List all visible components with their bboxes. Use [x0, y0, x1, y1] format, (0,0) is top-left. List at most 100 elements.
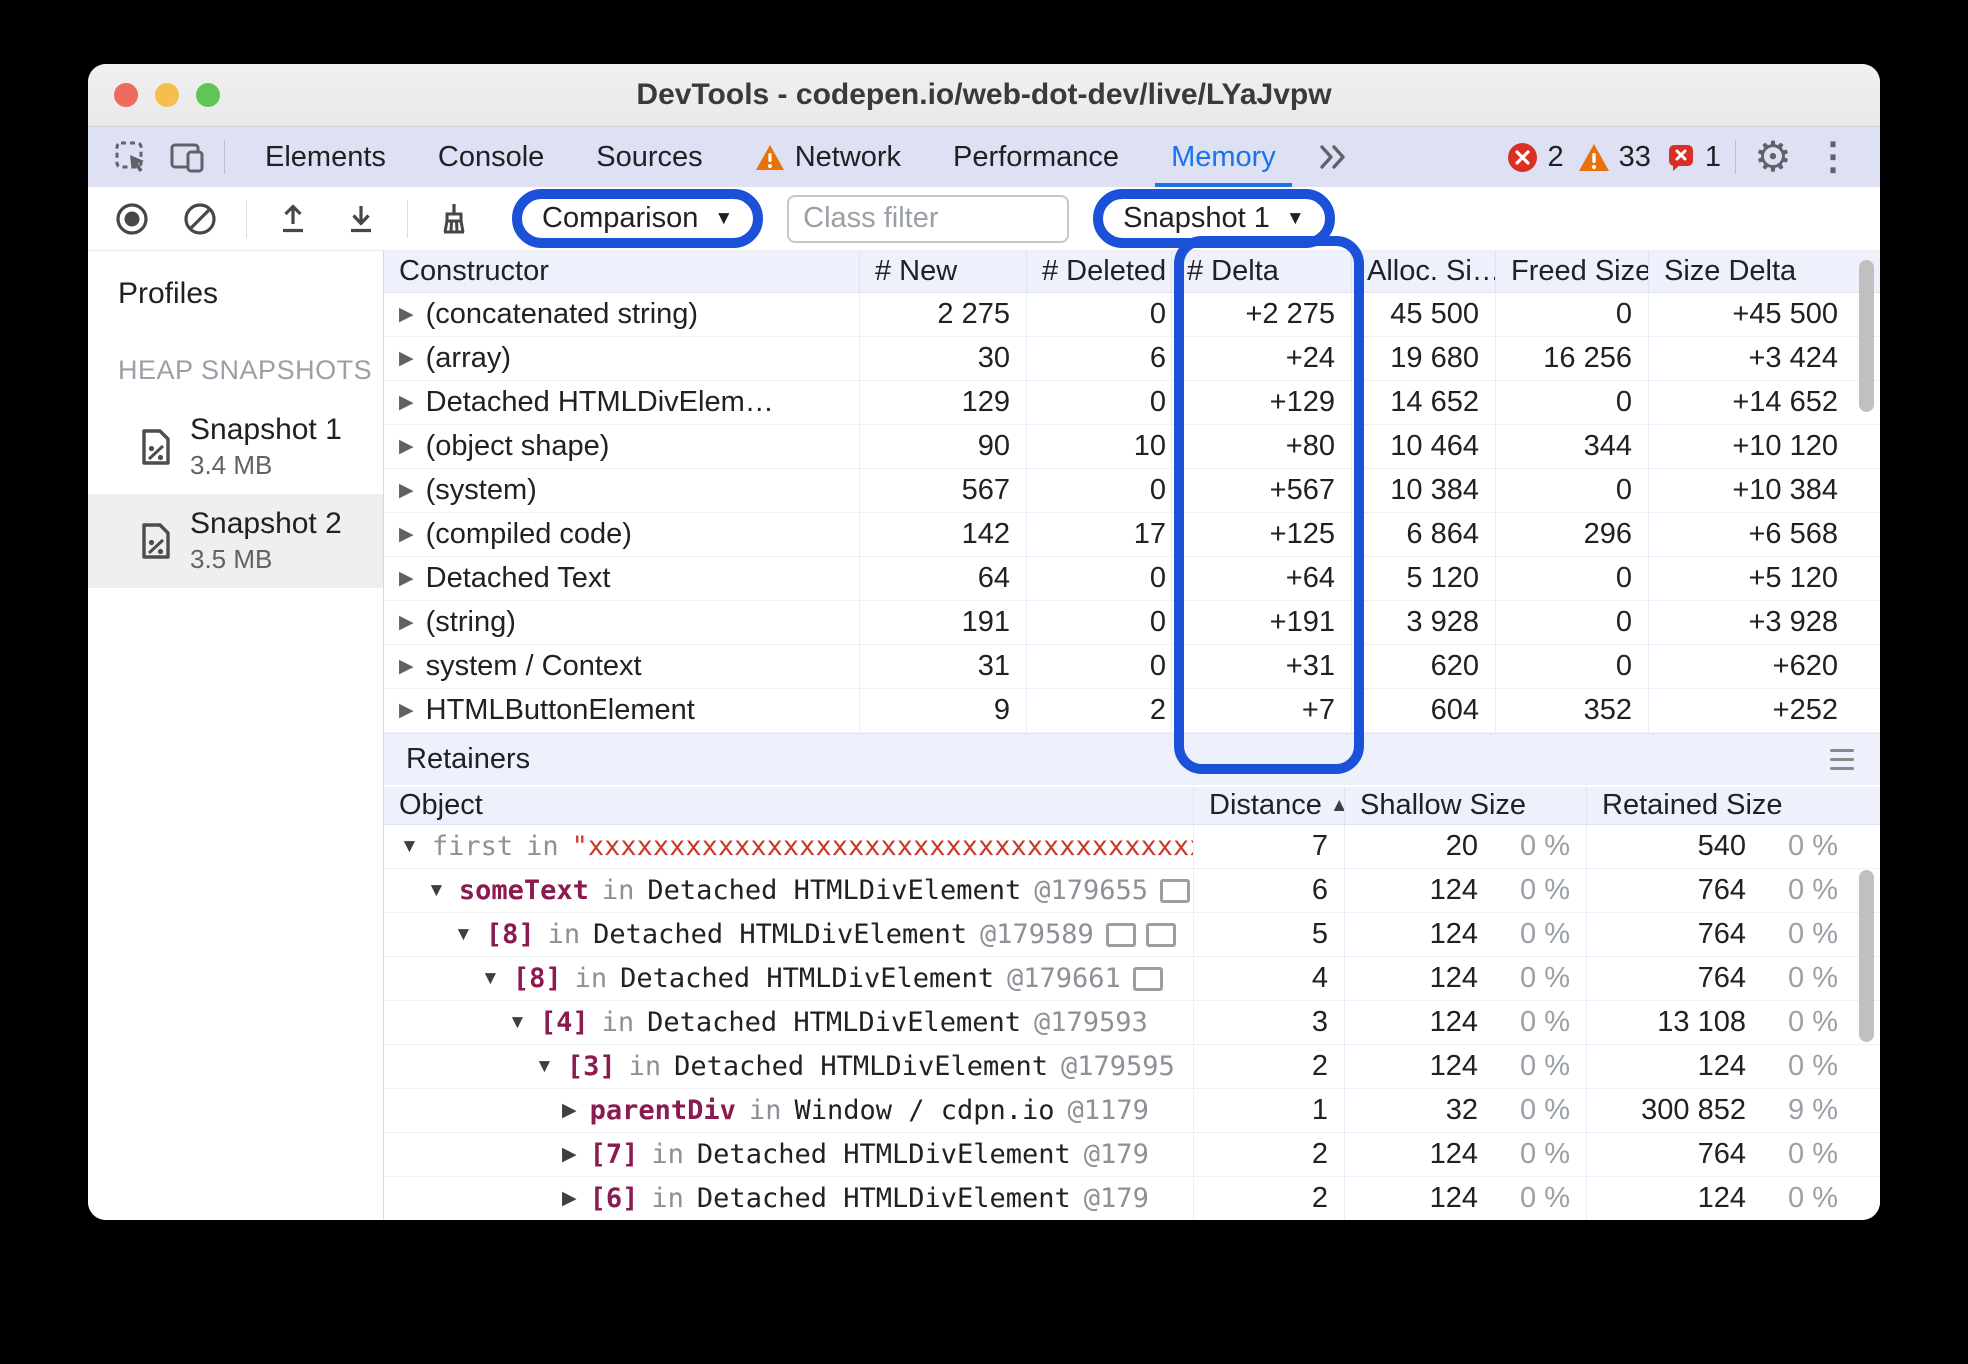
minimize-button[interactable] — [155, 83, 179, 107]
sidebar-item-snapshot-2[interactable]: Snapshot 2 3.5 MB — [88, 494, 383, 588]
tab-elements[interactable]: Elements — [239, 127, 412, 187]
comparison-scrollbar-thumb[interactable] — [1859, 260, 1874, 412]
tab-label: Memory — [1171, 140, 1276, 173]
expand-icon[interactable]: ▶ — [399, 611, 414, 634]
kebab-menu-icon[interactable]: ⋮ — [1810, 134, 1856, 180]
table-row[interactable]: ▶ Detached HTMLDivElem… 129 0 +129 14 652 0 +1… — [384, 380, 1880, 425]
expand-icon[interactable]: ▶ — [399, 567, 414, 590]
retainer-row[interactable]: ▼ [4] in Detached HTMLDivElement @179593… — [384, 1001, 1880, 1045]
expand-icon[interactable]: ▶ — [399, 303, 414, 326]
column-header-size-delta[interactable]: Size Delta — [1649, 251, 1854, 292]
profiles-label: Profiles — [118, 277, 219, 310]
column-header-deleted[interactable]: # Deleted — [1027, 251, 1172, 292]
column-header-delta[interactable]: # Delta — [1172, 251, 1352, 292]
collapse-icon[interactable]: ▼ — [508, 1012, 527, 1034]
tab-network[interactable]: Network — [729, 127, 927, 187]
table-row[interactable]: ▶ (concatenated string) 2 275 0 +2 275 45 50… — [384, 292, 1880, 337]
reveal-in-elements-icon[interactable] — [1105, 922, 1136, 947]
column-header-alloc-size[interactable]: Alloc. Si…▼ — [1352, 251, 1496, 292]
reveal-icon[interactable] — [1145, 922, 1176, 947]
tab-sources[interactable]: Sources — [570, 127, 728, 187]
expand-icon[interactable]: ▶ — [399, 391, 414, 414]
reveal-in-elements-icon[interactable] — [1160, 878, 1191, 903]
percent-value: 0 % — [1520, 962, 1570, 994]
tab-console[interactable]: Console — [412, 127, 570, 187]
table-row[interactable]: ▶ (object shape) 90 10 +80 10 464 344 +10 120 — [384, 424, 1880, 469]
tab-memory[interactable]: Memory — [1145, 127, 1302, 187]
toolbar-divider — [246, 199, 247, 238]
settings-gear-icon[interactable]: ⚙ — [1750, 134, 1796, 180]
percent-value: 0 % — [1788, 1050, 1838, 1082]
column-header-freed-size[interactable]: Freed Size — [1496, 251, 1649, 292]
perspective-dropdown[interactable]: Comparison — [542, 202, 698, 235]
expand-icon[interactable]: ▶ — [399, 435, 414, 458]
column-header-shallow-size[interactable]: Shallow Size — [1345, 787, 1587, 824]
device-toolbar-icon[interactable] — [164, 134, 210, 180]
tabbar-divider — [1735, 140, 1736, 174]
retainer-row[interactable]: ▶ parentDiv in Window / cdpn.io @1179 1 … — [384, 1089, 1880, 1133]
retainer-row[interactable]: ▼ first in "xxxxxxxxxxxxxxxxxxxxxxxxxxxx… — [384, 825, 1880, 869]
issues-badge[interactable]: 1 — [1665, 141, 1721, 174]
tab-performance[interactable]: Performance — [927, 127, 1145, 187]
retainer-row[interactable]: ▼ someText in Detached HTMLDivElement @1… — [384, 869, 1880, 913]
retainer-row[interactable]: ▼ [8] in Detached HTMLDivElement @179589… — [384, 913, 1880, 957]
expand-icon[interactable]: ▶ — [399, 347, 414, 370]
retainers-scrollbar-thumb[interactable] — [1859, 870, 1874, 1042]
collapse-icon[interactable]: ▼ — [400, 836, 419, 858]
tab-label: Performance — [953, 140, 1120, 173]
clear-all-profiles-icon[interactable] — [178, 197, 222, 241]
collapse-icon[interactable]: ▼ — [481, 968, 500, 990]
console-errors-badge[interactable]: 2 — [1507, 141, 1564, 174]
clear-brush-icon[interactable] — [432, 197, 476, 241]
retainer-row[interactable]: ▼ [8] in Detached HTMLDivElement @179661… — [384, 957, 1880, 1001]
record-heap-snapshot-icon[interactable] — [110, 197, 154, 241]
retainer-row[interactable]: ▶ [7] in Detached HTMLDivElement @179 2 … — [384, 1133, 1880, 1177]
column-header-new[interactable]: # New — [860, 251, 1027, 292]
percent-value: 0 % — [1520, 918, 1570, 950]
column-header-constructor[interactable]: Constructor — [384, 251, 860, 292]
table-row[interactable]: ▶ (array) 30 6 +24 19 680 16 256 +3 424 — [384, 336, 1880, 381]
hamburger-menu-icon[interactable] — [1824, 743, 1860, 776]
console-warnings-badge[interactable]: 33 — [1578, 141, 1651, 174]
retainer-row[interactable]: ▶ [6] in Detached HTMLDivElement @179 2 … — [384, 1177, 1880, 1220]
expand-icon[interactable]: ▶ — [562, 1187, 577, 1210]
collapse-icon[interactable]: ▼ — [535, 1056, 554, 1078]
table-row[interactable]: ▶ (compiled code) 142 17 +125 6 864 296 +6 568 — [384, 512, 1880, 557]
expand-icon[interactable]: ▶ — [399, 523, 414, 546]
inspect-element-icon[interactable] — [108, 134, 154, 180]
load-profile-icon[interactable] — [271, 197, 315, 241]
traffic-lights — [88, 83, 220, 107]
expand-icon[interactable]: ▶ — [562, 1143, 577, 1166]
retainer-name: [4] — [539, 1007, 589, 1038]
more-tabs-icon[interactable] — [1302, 127, 1364, 187]
sidebar-item-snapshot-1[interactable]: Snapshot 1 3.4 MB — [88, 400, 383, 494]
save-profile-icon[interactable] — [339, 197, 383, 241]
expand-icon[interactable]: ▶ — [399, 699, 414, 722]
column-header-retained-size[interactable]: Retained Size — [1587, 787, 1854, 824]
retained-size-value: 540 — [1697, 830, 1746, 862]
devtools-tabbar: Elements Console Sources Network Perform… — [88, 127, 1880, 187]
close-button[interactable] — [114, 83, 138, 107]
collapse-icon[interactable]: ▼ — [454, 924, 473, 946]
table-row[interactable]: ▶ (string) 191 0 +191 3 928 0 +3 928 — [384, 600, 1880, 645]
column-label: Alloc. Si… — [1367, 254, 1496, 287]
reveal-in-elements-icon[interactable] — [1132, 966, 1163, 991]
retainer-name: [7] — [589, 1139, 639, 1170]
expand-icon[interactable]: ▶ — [399, 479, 414, 502]
expand-icon[interactable]: ▶ — [399, 655, 414, 678]
collapse-icon[interactable]: ▼ — [427, 880, 446, 902]
expand-icon[interactable]: ▶ — [562, 1099, 577, 1122]
retainer-name: [6] — [589, 1183, 639, 1214]
table-row[interactable]: ▶ (system) 567 0 +567 10 384 0 +10 384 — [384, 468, 1880, 513]
table-row[interactable]: ▶ system / Context 31 0 +31 620 0 +620 — [384, 644, 1880, 689]
column-header-distance[interactable]: Distance ▲ — [1194, 787, 1345, 824]
percent-value: 0 % — [1788, 918, 1838, 950]
retainer-row[interactable]: ▼ [3] in Detached HTMLDivElement @179595… — [384, 1045, 1880, 1089]
zoom-button[interactable] — [196, 83, 220, 107]
constructor-name: (system) — [425, 473, 537, 506]
class-filter-input[interactable] — [787, 194, 1070, 243]
column-header-object[interactable]: Object — [384, 787, 1194, 824]
base-snapshot-dropdown[interactable]: Snapshot 1 — [1123, 202, 1270, 235]
table-row[interactable]: ▶ Detached Text 64 0 +64 5 120 0 +5 120 — [384, 556, 1880, 601]
table-row[interactable]: ▶ HTMLButtonElement 9 2 +7 604 352 +252 — [384, 688, 1880, 733]
